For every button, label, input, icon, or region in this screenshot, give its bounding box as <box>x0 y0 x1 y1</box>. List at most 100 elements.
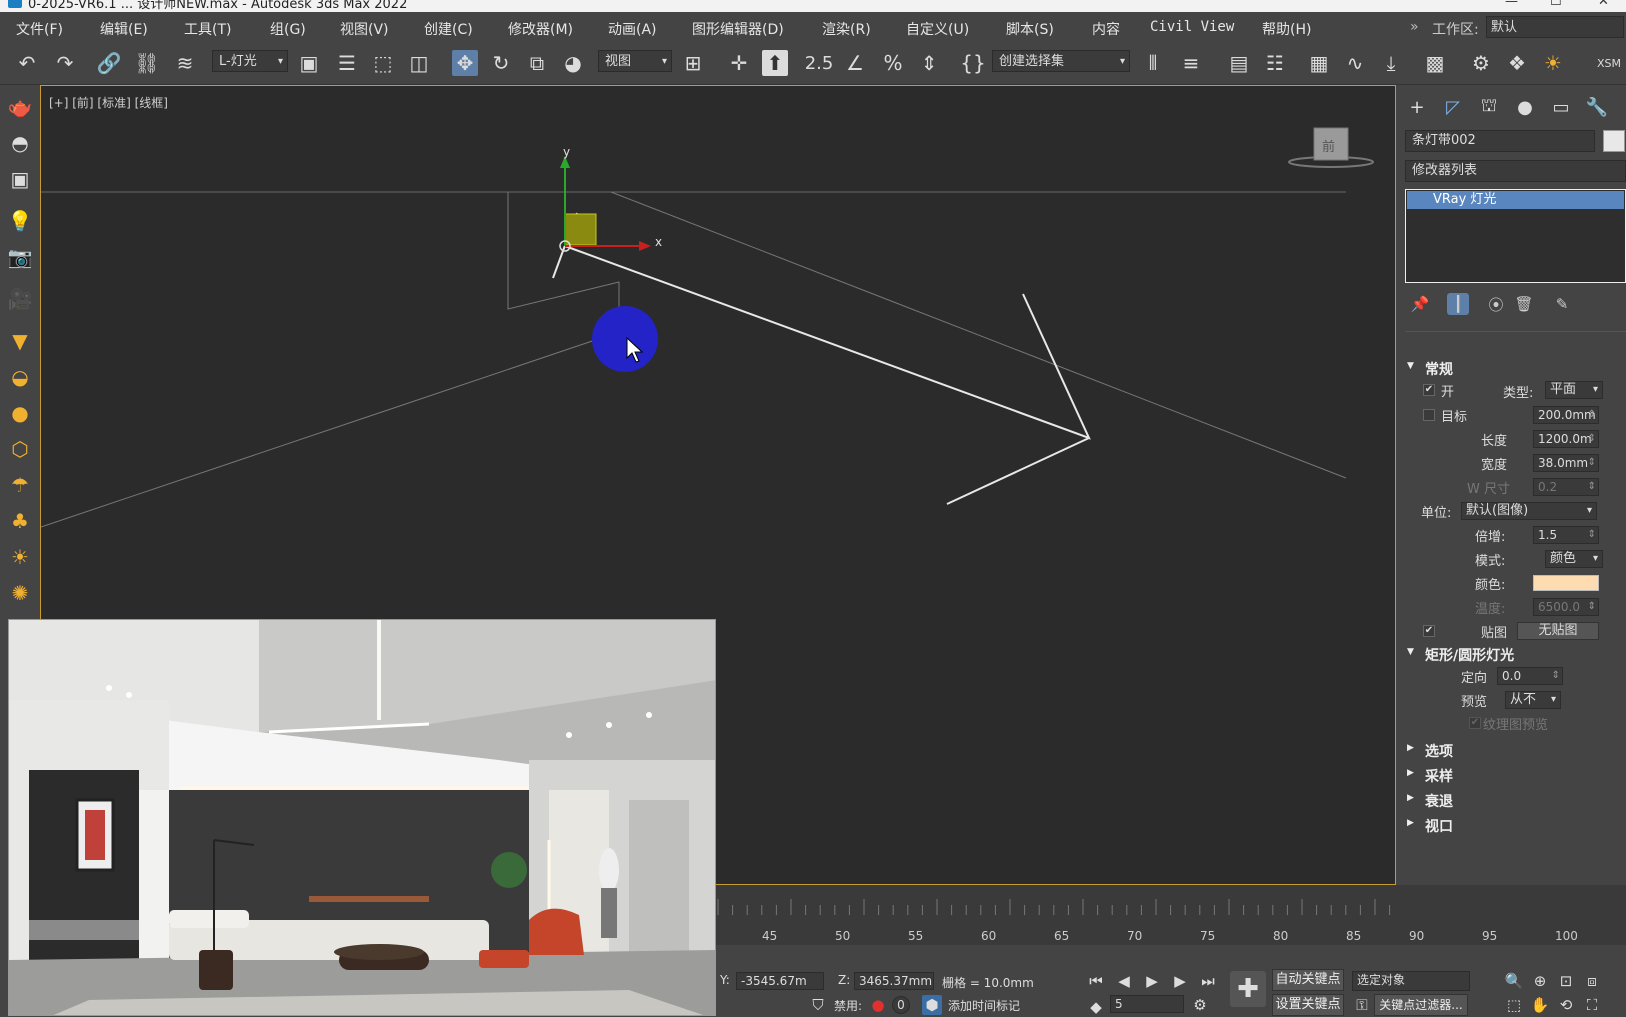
key-filter-icon[interactable]: ⚿ <box>1352 995 1372 1015</box>
maximize-icon[interactable]: ☐ <box>1550 0 1562 9</box>
bind-spacewarp-icon[interactable]: ≋ <box>172 50 198 76</box>
display-tab-icon[interactable]: ▭ <box>1549 95 1573 119</box>
spot-light-icon[interactable]: ▼ <box>6 327 34 355</box>
texture-checkbox[interactable]: ✔ <box>1423 625 1435 637</box>
auto-key-button[interactable]: 自动关键点 <box>1272 969 1344 991</box>
teapot-icon[interactable]: 🫖 <box>6 93 34 121</box>
menu-help[interactable]: 帮助(H) <box>1262 19 1311 39</box>
rect-selection-icon[interactable]: ⬚ <box>370 50 396 76</box>
key-filters-button[interactable]: 关键点过滤器... <box>1374 994 1468 1016</box>
mirror-icon[interactable]: ⫴ <box>1140 50 1166 76</box>
remove-modifier-icon[interactable]: 🗑 <box>1513 293 1535 315</box>
rollout-sampling[interactable]: ▶ 采样 <box>1405 766 1626 786</box>
zoom-all-icon[interactable]: ⊕ <box>1530 971 1550 991</box>
maximize-viewport-icon[interactable]: ⛶ <box>1582 995 1602 1015</box>
edit-named-sets-icon[interactable]: {} <box>960 50 986 76</box>
current-frame-field[interactable]: 5 <box>1110 995 1184 1013</box>
menu-tools[interactable]: 工具(T) <box>184 19 231 39</box>
directional-spinner[interactable]: 0.0 <box>1497 667 1563 685</box>
scene-explorer-icon[interactable]: ▤ <box>1226 50 1252 76</box>
previous-frame-icon[interactable]: ◀ <box>1114 971 1134 991</box>
go-to-start-icon[interactable]: ⏮ <box>1086 971 1106 991</box>
toggle-ribbon-icon[interactable]: ▦ <box>1306 50 1332 76</box>
modifier-stack[interactable]: VRay 灯光 <box>1405 189 1626 283</box>
unlink-icon[interactable]: ⛓ <box>134 50 160 76</box>
length-spinner[interactable]: 1200.0m <box>1533 430 1599 448</box>
make-unique-icon[interactable]: ⦿ <box>1485 293 1507 315</box>
scale-icon[interactable]: ⧉ <box>524 50 550 76</box>
ies-light-icon[interactable]: ☂ <box>6 471 34 499</box>
utilities-tab-icon[interactable]: 🔧 <box>1585 95 1609 119</box>
place-icon[interactable]: ◕ <box>560 50 586 76</box>
pivot-center-icon[interactable]: ⊞ <box>680 50 706 76</box>
menu-overflow-icon[interactable]: » <box>1410 19 1419 35</box>
tex-preview-checkbox[interactable]: ✔ <box>1469 717 1481 729</box>
rotate-icon[interactable]: ↻ <box>488 50 514 76</box>
select-manipulate-icon[interactable]: ✛ <box>726 50 752 76</box>
play-icon[interactable]: ▶ <box>1142 971 1162 991</box>
spinner-snap-icon[interactable]: ⇕ <box>916 50 942 76</box>
camera-light-icon[interactable]: 📷 <box>6 243 34 271</box>
selection-set-dropdown[interactable]: 创建选择集 <box>992 50 1130 73</box>
stack-item-vray-light[interactable]: VRay 灯光 <box>1407 191 1624 209</box>
timeline-track-right[interactable]: 90 95 100 <box>1397 885 1626 945</box>
schematic-view-icon[interactable]: ⤓ <box>1378 50 1404 76</box>
minimize-icon[interactable]: — <box>1505 0 1518 9</box>
texture-map-button[interactable]: 无贴图 <box>1517 622 1599 640</box>
menu-rendering[interactable]: 渲染(R) <box>822 19 871 39</box>
selected-dropdown[interactable]: 选定对象 <box>1352 971 1470 991</box>
on-checkbox[interactable]: ✔ <box>1423 384 1435 396</box>
z-coord-field[interactable]: 3465.37mm <box>854 972 934 990</box>
menu-create[interactable]: 创建(C) <box>424 19 473 39</box>
hierarchy-tab-icon[interactable]: ⛫ <box>1477 95 1501 119</box>
modifier-list-dropdown[interactable]: 修改器列表 <box>1405 160 1626 182</box>
close-icon[interactable]: ✕ <box>1598 0 1609 9</box>
dome-light-icon[interactable]: ◒ <box>6 363 34 391</box>
motion-tab-icon[interactable]: ● <box>1513 95 1537 119</box>
time-tag-icon[interactable]: ⬢ <box>922 995 942 1015</box>
render-setup-icon[interactable]: ⚙ <box>1468 50 1494 76</box>
multiplier-spinner[interactable]: 1.5 <box>1533 526 1599 544</box>
zoom-region-icon[interactable]: ⬚ <box>1504 995 1524 1015</box>
rollout-viewport[interactable]: ▶ 视口 <box>1405 816 1626 836</box>
wsize-spinner[interactable]: 0.2 <box>1533 478 1599 496</box>
go-to-end-icon[interactable]: ⏭ <box>1198 971 1218 991</box>
workspace-select[interactable]: 默认 <box>1486 16 1624 38</box>
type-dropdown[interactable]: 平面 <box>1545 381 1603 399</box>
create-tab-icon[interactable]: + <box>1405 95 1429 119</box>
preview-dropdown[interactable]: 从不 <box>1505 691 1561 709</box>
menu-view[interactable]: 视图(V) <box>340 19 389 39</box>
move-icon[interactable]: ✥ <box>452 50 478 76</box>
light-color-swatch[interactable] <box>1533 575 1599 591</box>
rollout-general[interactable]: ▼ 常规 <box>1405 359 1626 379</box>
snap-toggle-icon[interactable]: 2.5 <box>805 50 834 76</box>
rollout-options[interactable]: ▶ 选项 <box>1405 741 1626 761</box>
sphere-wrap-icon[interactable]: ◓ <box>6 129 34 157</box>
angle-snap-icon[interactable]: ∠ <box>842 50 868 76</box>
selection-filter-dropdown[interactable]: L-灯光 <box>212 50 288 73</box>
redo-icon[interactable]: ↷ <box>52 50 78 76</box>
pan-icon[interactable]: ✋ <box>1530 995 1550 1015</box>
curve-editor-icon[interactable]: ∿ <box>1342 50 1368 76</box>
pin-stack-icon[interactable]: 📌 <box>1409 293 1431 315</box>
align-icon[interactable]: ≡ <box>1178 50 1204 76</box>
zoom-extents-all-icon[interactable]: ⧈ <box>1582 971 1602 991</box>
link-icon[interactable]: 🔗 <box>96 50 122 76</box>
ambient-light-icon[interactable]: ♣ <box>6 507 34 535</box>
timeline-track[interactable]: 45 50 55 60 65 70 75 80 85 <box>710 885 1397 945</box>
set-key-icon[interactable]: ✚ <box>1230 971 1266 1007</box>
target-spinner[interactable]: 200.0mm <box>1533 406 1599 424</box>
show-end-result-icon[interactable]: ┃ <box>1447 293 1469 315</box>
select-object-icon[interactable]: ▣ <box>296 50 322 76</box>
mode-dropdown[interactable]: 颜色 <box>1545 550 1603 568</box>
menu-customize[interactable]: 自定义(U) <box>906 19 969 39</box>
xsm-icon[interactable]: XSM <box>1592 50 1626 76</box>
time-config-icon[interactable]: ⚙ <box>1190 995 1210 1015</box>
object-color-swatch[interactable] <box>1603 130 1625 152</box>
material-editor-icon[interactable]: ▩ <box>1422 50 1448 76</box>
keyboard-shortcut-toggle-icon[interactable]: ⬆ <box>762 50 788 76</box>
y-coord-field[interactable]: -3545.67m <box>736 972 824 990</box>
camera-icon[interactable]: 🎥 <box>6 285 34 313</box>
select-by-name-icon[interactable]: ☰ <box>334 50 360 76</box>
light-bulb-icon[interactable]: 💡 <box>6 207 34 235</box>
